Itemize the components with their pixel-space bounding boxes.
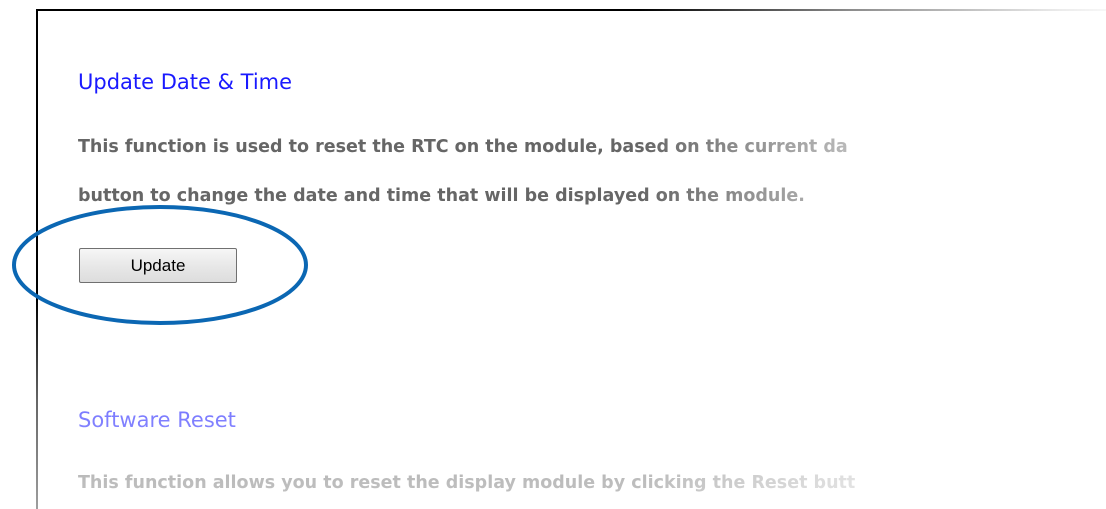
update-datetime-title: Update Date & Time [78, 70, 293, 94]
software-reset-description-line1: This function allows you to reset the di… [78, 473, 856, 493]
update-datetime-description-line1: This function is used to reset the RTC o… [78, 137, 848, 157]
screenshot-canvas: Update Date & Time This function is used… [0, 0, 1106, 509]
update-datetime-description-line2: button to change the date and time that … [78, 186, 805, 206]
update-button[interactable]: Update [79, 248, 237, 283]
software-reset-title: Software Reset [78, 408, 236, 432]
